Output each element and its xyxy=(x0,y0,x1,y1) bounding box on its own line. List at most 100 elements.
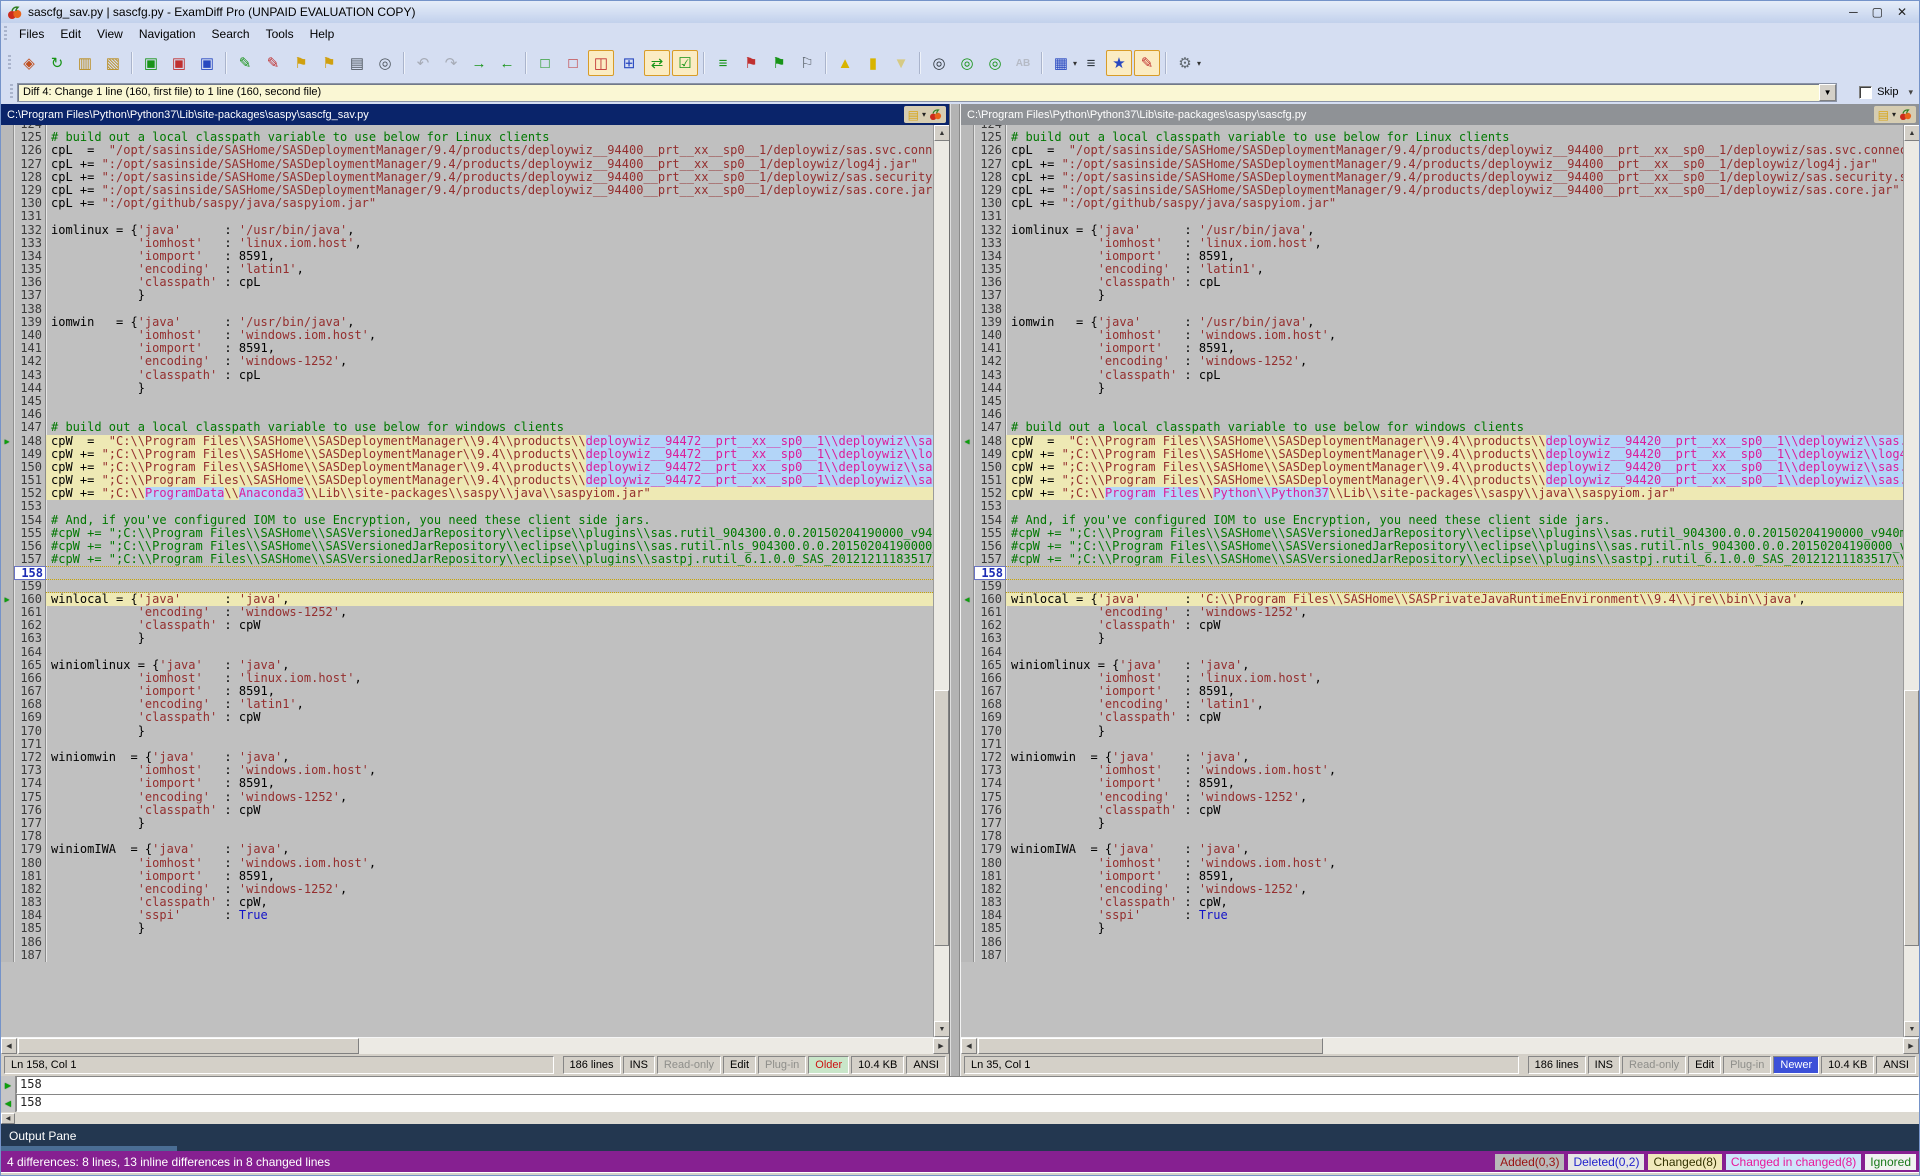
gutter-cell xyxy=(961,276,974,289)
view-mode-dropdown-icon[interactable]: ▾ xyxy=(1073,59,1077,68)
output-pane-tab[interactable]: Output Pane xyxy=(9,1129,76,1143)
mini-scroll-left-icon[interactable]: ◀ xyxy=(1,1113,15,1124)
line-number: 128 xyxy=(14,171,46,184)
find-icon[interactable]: ◎ xyxy=(926,50,952,76)
print-icon[interactable]: ▤ xyxy=(344,50,370,76)
previous-diff-icon[interactable]: ▲ xyxy=(832,50,858,76)
horizontal-scrollbar[interactable]: ◀▶ xyxy=(961,1037,1919,1054)
mark-first-icon[interactable]: ⚑ xyxy=(288,50,314,76)
scroll-right-icon[interactable]: ▶ xyxy=(933,1038,949,1054)
copy-to-second-icon[interactable]: → xyxy=(466,50,492,76)
scroll-down-icon[interactable]: ▼ xyxy=(1904,1021,1919,1037)
options-dropdown-icon[interactable]: ▾ xyxy=(1197,59,1201,68)
minimize-button[interactable]: ─ xyxy=(1849,5,1858,19)
vertical-scroll-thumb[interactable] xyxy=(1904,690,1919,945)
copy-to-first-icon[interactable]: ← xyxy=(494,50,520,76)
print-preview-icon[interactable]: ◎ xyxy=(372,50,398,76)
menu-search[interactable]: Search xyxy=(204,25,258,43)
horizontal-scroll-thumb[interactable] xyxy=(978,1038,1323,1054)
line-number: 142 xyxy=(14,355,46,368)
open-session-icon[interactable]: ▧ xyxy=(100,50,126,76)
gutter-cell xyxy=(1,883,14,896)
diff-panes: C:\Program Files\Python\Python37\Lib\sit… xyxy=(1,104,1919,1076)
toolbar-grip[interactable] xyxy=(8,55,11,71)
recompare-icon[interactable]: ↻ xyxy=(44,50,70,76)
view-mode-icon[interactable]: ▦ xyxy=(1048,50,1074,76)
find-next-difference-icon[interactable]: ◎ xyxy=(954,50,980,76)
menu-grip[interactable] xyxy=(4,26,7,42)
show-identical-lines-icon[interactable]: ≡ xyxy=(710,50,736,76)
gutter-cell xyxy=(1,632,14,645)
scroll-up-icon[interactable]: ▲ xyxy=(934,125,949,141)
split-view-icon[interactable]: ⊞ xyxy=(616,50,642,76)
synchronize-scroll-icon[interactable]: ⇄ xyxy=(644,50,670,76)
skip-checkbox[interactable] xyxy=(1859,86,1872,99)
vertical-scrollbar[interactable]: ▲▼ xyxy=(1903,125,1919,1037)
scroll-up-icon[interactable]: ▲ xyxy=(1904,125,1919,141)
match-mode-icon[interactable]: AB xyxy=(1010,50,1036,76)
redo-icon[interactable]: ↷ xyxy=(438,50,464,76)
show-deleted-lines-icon[interactable]: ⚑ xyxy=(766,50,792,76)
gutter-cell xyxy=(961,619,974,632)
diff-dropdown-button[interactable]: ▼ xyxy=(1819,84,1836,101)
save-both-icon[interactable]: ▣ xyxy=(194,50,220,76)
show-differences-only-icon[interactable]: ◫ xyxy=(588,50,614,76)
line-number: 179 xyxy=(14,843,46,856)
gutter-cell xyxy=(1,843,14,856)
toolbar-overflow-chevron-icon[interactable]: ▾ xyxy=(1908,87,1913,98)
file-dropdown-icon[interactable]: ▾ xyxy=(1892,110,1896,119)
file-document-icon[interactable]: ▤ xyxy=(1878,109,1889,121)
file-dropdown-icon[interactable]: ▾ xyxy=(922,110,926,119)
pane-splitter[interactable] xyxy=(949,104,961,1076)
line-number: 133 xyxy=(14,237,46,250)
find-previous-difference-icon[interactable]: ◎ xyxy=(982,50,1008,76)
menu-edit[interactable]: Edit xyxy=(52,25,89,43)
badge-changed-in-changed-8-: Changed in changed(8) xyxy=(1726,1154,1861,1170)
horizontal-scrollbar[interactable]: ◀▶ xyxy=(1,1037,949,1054)
edit-second-icon[interactable]: ✎ xyxy=(260,50,286,76)
close-button[interactable]: ✕ xyxy=(1897,5,1907,19)
code-area[interactable]: 124125# build out a local classpath vari… xyxy=(961,125,1919,1037)
menu-files[interactable]: Files xyxy=(11,25,52,43)
show-changed-lines-icon[interactable]: ⚐ xyxy=(794,50,820,76)
file-document-icon[interactable]: ▤ xyxy=(908,109,919,121)
menu-tools[interactable]: Tools xyxy=(258,25,302,43)
scroll-left-icon[interactable]: ◀ xyxy=(1,1038,17,1054)
mark-second-icon[interactable]: ⚑ xyxy=(316,50,342,76)
diffbar-grip[interactable] xyxy=(10,84,13,100)
scroll-down-icon[interactable]: ▼ xyxy=(934,1021,949,1037)
code-line: 170 } xyxy=(1,725,933,738)
vertical-scrollbar[interactable]: ▲▼ xyxy=(933,125,949,1037)
gutter-cell xyxy=(961,632,974,645)
auto-recompare-icon[interactable]: ☑ xyxy=(672,50,698,76)
compare-icon[interactable]: ◈ xyxy=(16,50,42,76)
menu-help[interactable]: Help xyxy=(302,25,343,43)
scroll-left-icon[interactable]: ◀ xyxy=(961,1038,977,1054)
maximize-button[interactable]: ▢ xyxy=(1872,5,1883,19)
code-area[interactable]: 124125# build out a local classpath vari… xyxy=(1,125,949,1037)
horizontal-scroll-thumb[interactable] xyxy=(18,1038,359,1054)
current-diff-icon[interactable]: ▮ xyxy=(860,50,886,76)
current-diff-combobox[interactable]: Diff 4: Change 1 line (160, first file) … xyxy=(17,83,1837,102)
statistics-icon[interactable]: ≡ xyxy=(1078,50,1104,76)
code-line: 183 'classpath' : cpW, xyxy=(1,896,933,909)
menu-navigation[interactable]: Navigation xyxy=(131,25,204,43)
editor-options-icon[interactable]: ✎ xyxy=(1134,50,1160,76)
next-diff-icon[interactable]: ▼ xyxy=(888,50,914,76)
scroll-right-icon[interactable]: ▶ xyxy=(1903,1038,1919,1054)
open-files-icon[interactable]: ▥ xyxy=(72,50,98,76)
undo-icon[interactable]: ↶ xyxy=(410,50,436,76)
pane-status-bar: Ln 158, Col 1186 linesINSRead-onlyEditPl… xyxy=(1,1054,949,1076)
show-second-pane-icon[interactable]: □ xyxy=(560,50,586,76)
show-added-lines-icon[interactable]: ⚑ xyxy=(738,50,764,76)
show-first-pane-icon[interactable]: □ xyxy=(532,50,558,76)
vertical-scroll-thumb[interactable] xyxy=(934,690,949,945)
save-second-icon[interactable]: ▣ xyxy=(166,50,192,76)
plugins-icon[interactable]: ★ xyxy=(1106,50,1132,76)
options-icon[interactable]: ⚙ xyxy=(1172,50,1198,76)
edit-first-icon[interactable]: ✎ xyxy=(232,50,258,76)
code-line: 134 'iomport' : 8591, xyxy=(1,250,933,263)
menu-view[interactable]: View xyxy=(89,25,131,43)
code-line: 168 'encoding' : 'latin1', xyxy=(961,698,1903,711)
save-first-icon[interactable]: ▣ xyxy=(138,50,164,76)
